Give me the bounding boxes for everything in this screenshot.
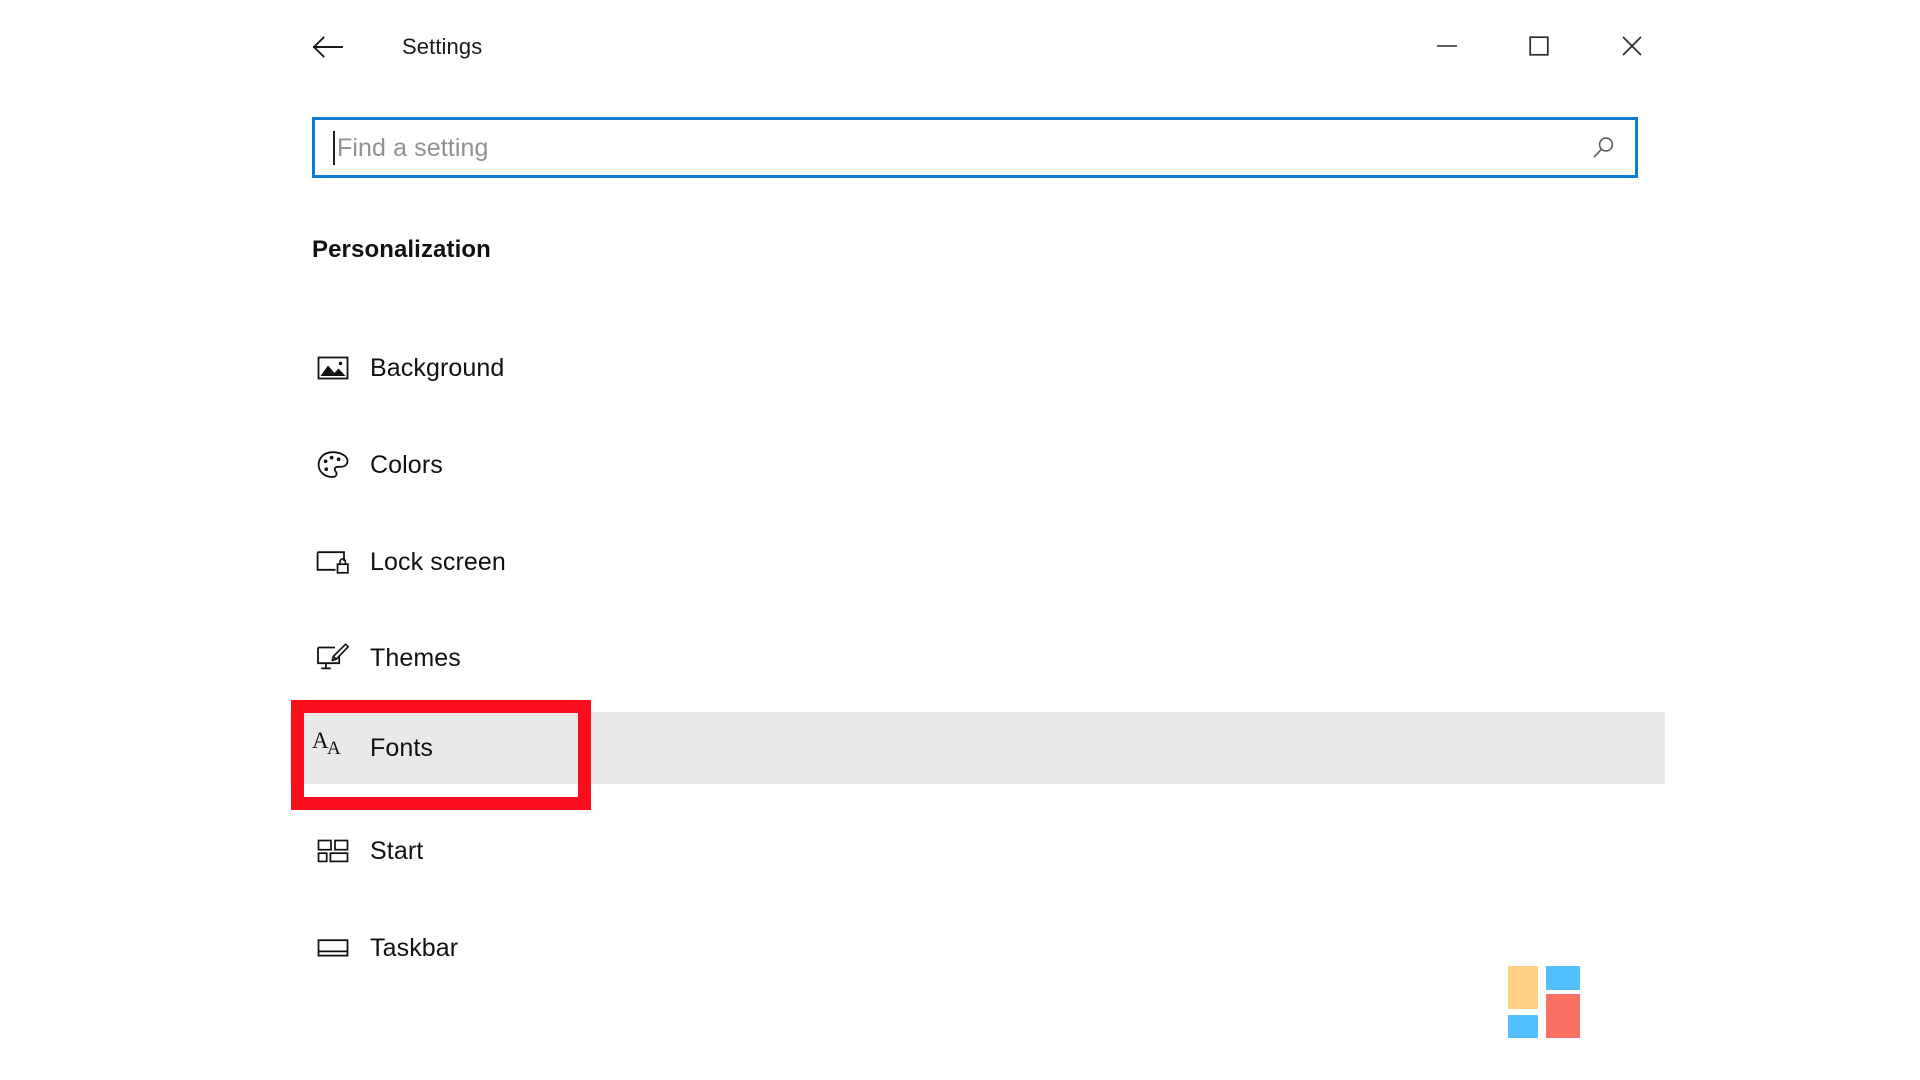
title-bar: Settings	[0, 0, 1920, 95]
taskbar-icon	[312, 927, 354, 969]
lock-screen-icon	[312, 541, 354, 583]
minimize-button[interactable]	[1412, 12, 1482, 80]
window-title: Settings	[402, 34, 483, 59]
sidebar-item-label: Fonts	[370, 734, 434, 762]
search-magnifier-icon[interactable]	[1587, 132, 1621, 164]
page-title: Personalization	[312, 236, 491, 263]
logo-tile-top-left	[1508, 966, 1538, 1009]
maximize-button[interactable]	[1504, 12, 1574, 80]
close-icon	[1619, 33, 1645, 59]
picture-icon	[312, 347, 354, 389]
palette-icon	[312, 444, 354, 486]
sidebar-item-fonts[interactable]: A A Fonts	[290, 712, 1665, 784]
sidebar-item-label: Start	[370, 837, 424, 865]
logo-tile-bottom-right	[1546, 994, 1580, 1038]
sidebar-item-label: Taskbar	[370, 934, 459, 962]
settings-window: Settings Find a setting Personalization …	[0, 0, 1920, 1080]
sidebar-item-label: Lock screen	[370, 548, 506, 576]
sidebar-item-label: Background	[370, 354, 505, 382]
sidebar-item-start[interactable]: Start	[290, 815, 1665, 887]
sidebar-item-label: Colors	[370, 451, 443, 479]
maximize-icon	[1527, 34, 1551, 58]
logo-tile-top-right	[1546, 966, 1580, 990]
sidebar-item-themes[interactable]: Themes	[290, 622, 1665, 694]
sidebar-item-background[interactable]: Background	[290, 332, 1665, 404]
sidebar-item-label: Themes	[370, 644, 461, 672]
close-button[interactable]	[1597, 12, 1667, 80]
text-caret	[333, 131, 335, 165]
logo-tile-bottom-left	[1508, 1015, 1538, 1038]
sidebar-item-colors[interactable]: Colors	[290, 429, 1665, 501]
minimize-icon	[1434, 39, 1460, 53]
four-tile-logo	[1508, 966, 1580, 1038]
brush-monitor-icon	[312, 637, 354, 679]
search-input[interactable]: Find a setting	[312, 117, 1638, 178]
sidebar-item-taskbar[interactable]: Taskbar	[290, 912, 1665, 984]
aa-letters-icon: A A	[312, 728, 341, 759]
back-button[interactable]	[300, 20, 356, 74]
back-arrow-icon	[311, 33, 345, 61]
sidebar-item-lock-screen[interactable]: Lock screen	[290, 526, 1665, 598]
start-tiles-icon	[312, 830, 354, 872]
search-placeholder: Find a setting	[337, 134, 489, 162]
